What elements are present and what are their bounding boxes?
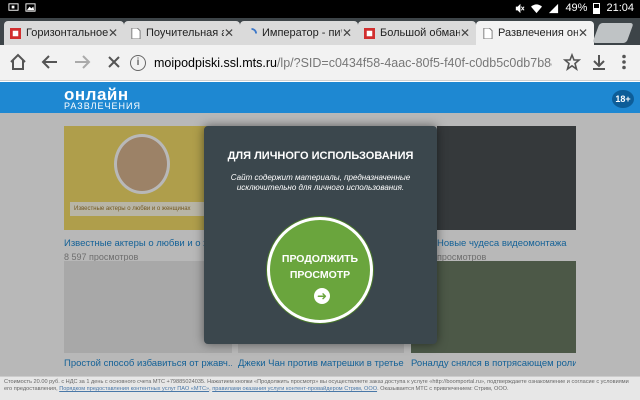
clock-time: 21:04 <box>606 2 634 14</box>
close-icon[interactable]: ✕ <box>342 26 352 40</box>
age-rating-badge: 18+ <box>612 90 634 108</box>
browser-tab-active[interactable]: Развлечения онл ✕ <box>476 21 594 45</box>
url-text: moipodpiski.ssl.mts.ru/lp/?SID=c0434f58-… <box>154 56 552 70</box>
continue-button-label-line1: ПРОДОЛЖИТЬ <box>281 253 359 265</box>
browser-tab[interactable]: Горизонтальное В ✕ <box>4 21 124 45</box>
wifi-icon <box>531 3 543 13</box>
android-status-bar: 49% 21:04 <box>0 0 640 18</box>
site-logo-subtitle: РАЗВЛЕЧЕНИЯ <box>64 101 142 111</box>
back-button[interactable] <box>40 53 60 73</box>
modal-title: ДЛЯ ЛИЧНОГО ИСПОЛЬЗОВАНИЯ <box>227 150 414 162</box>
site-favicon-icon <box>364 27 375 39</box>
signal-icon <box>549 3 559 13</box>
tab-title: Император - пи*д <box>262 27 342 39</box>
back-arrow-icon <box>41 55 57 69</box>
new-tab-button[interactable] <box>592 23 634 43</box>
site-favicon-icon <box>10 27 21 39</box>
browser-tab-strip: Горизонтальное В ✕ Поучительная ан ✕ Имп… <box>0 18 640 45</box>
address-bar[interactable]: i moipodpiski.ssl.mts.ru/lp/?SID=c0434f5… <box>130 50 552 76</box>
continue-button-label-line2: ПРОСМОТР <box>289 269 351 281</box>
continue-viewing-button[interactable]: ПРОДОЛЖИТЬ ПРОСМОТР ➜ <box>267 217 373 323</box>
battery-percent: 49% <box>565 2 588 14</box>
more-vert-icon <box>622 54 626 70</box>
battery-icon <box>593 2 601 14</box>
legal-footer: Стоимость 20.00 руб. с НДС за 1 день с о… <box>0 376 640 400</box>
bookmark-button[interactable] <box>562 52 582 73</box>
forward-arrow-icon <box>75 55 91 69</box>
terms-link[interactable]: Порядком предоставления контентных услуг… <box>59 386 209 392</box>
home-button[interactable] <box>8 53 28 73</box>
close-icon <box>108 56 120 68</box>
arrow-right-icon: ➜ <box>314 288 330 304</box>
tab-title: Поучительная ан <box>146 27 224 39</box>
close-icon[interactable]: ✕ <box>578 26 588 40</box>
browser-toolbar: i moipodpiski.ssl.mts.ru/lp/?SID=c0434f5… <box>0 45 640 81</box>
forward-button[interactable] <box>72 53 92 73</box>
provider-rules-link[interactable]: правилами оказания услуги контент-провай… <box>212 386 377 392</box>
reload-button[interactable] <box>104 53 124 73</box>
info-icon[interactable]: i <box>130 55 146 71</box>
menu-button[interactable] <box>614 53 634 73</box>
consent-modal: ДЛЯ ЛИЧНОГО ИСПОЛЬЗОВАНИЯ Сайт содержит … <box>204 126 437 344</box>
tab-title: Развлечения онл <box>498 27 578 39</box>
close-icon[interactable]: ✕ <box>224 26 234 40</box>
tab-title: Горизонтальное В <box>26 27 108 39</box>
url-host: moipodpiski.ssl.mts.ru <box>154 56 277 70</box>
download-button[interactable] <box>589 53 609 73</box>
loading-spinner-icon <box>251 27 257 34</box>
footer-text: . Оказывается МТС с привлечением: Стрим,… <box>377 386 509 392</box>
modal-text: Сайт содержит материалы, предназначенные… <box>230 173 411 192</box>
page-icon <box>483 27 493 39</box>
close-icon[interactable]: ✕ <box>108 26 118 40</box>
browser-tab[interactable]: Император - пи*д ✕ <box>240 21 358 45</box>
star-icon <box>562 52 582 71</box>
url-path: /lp/?SID=c0434f58-4aac-80f5-f40f-c0db5c0… <box>276 56 552 70</box>
site-header: онлайн РАЗВЛЕЧЕНИЯ 18+ <box>0 82 640 113</box>
cast-icon <box>8 3 19 11</box>
download-icon <box>593 55 605 70</box>
browser-tab[interactable]: Поучительная ан ✕ <box>124 21 240 45</box>
close-icon[interactable]: ✕ <box>460 26 470 40</box>
mute-icon <box>516 3 525 13</box>
page-icon <box>131 27 141 39</box>
image-icon <box>25 3 36 12</box>
home-icon <box>10 53 26 70</box>
browser-tab[interactable]: Большой обман В ✕ <box>358 21 476 45</box>
tab-title: Большой обман В <box>380 27 460 39</box>
